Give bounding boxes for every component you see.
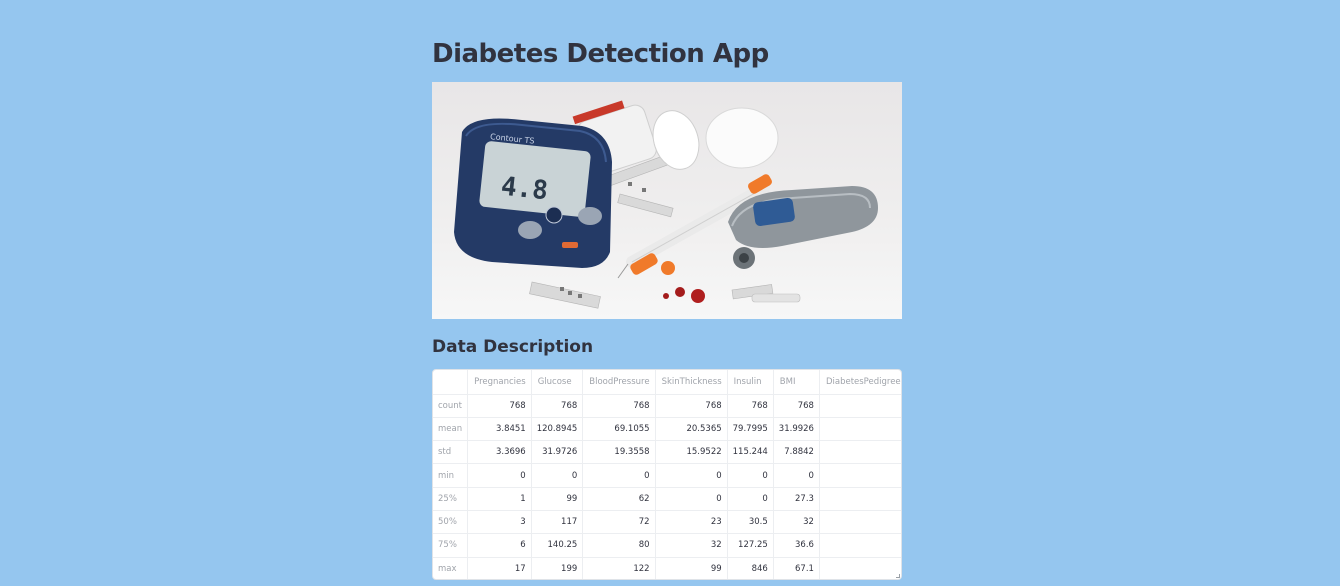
table-cell[interactable]: 0.3313	[819, 440, 901, 465]
table-cell[interactable]: 0.2438	[819, 487, 901, 511]
table-cell[interactable]: 0.078	[819, 463, 901, 488]
diabetes-hero-image: 4.8 Contour TS	[432, 82, 902, 319]
page-title: Diabetes Detection App	[432, 39, 769, 69]
lancing-device	[728, 186, 878, 269]
column-header[interactable]: DiabetesPedigreeFunction	[819, 370, 901, 395]
table-cell[interactable]: 115.244	[727, 440, 774, 465]
table-cell[interactable]: 67.1	[773, 557, 820, 579]
table-cell[interactable]: 72	[582, 510, 656, 535]
table-resize-handle[interactable]	[896, 574, 900, 578]
table-cell[interactable]: 32	[655, 533, 728, 558]
table-cell[interactable]: 117	[531, 510, 584, 535]
table-row: std 3.3696 31.9726 19.3558 15.9522 115.244 7.8…	[433, 440, 901, 465]
table-cell[interactable]: 27.3	[773, 487, 820, 511]
table-cell[interactable]: 31.9926	[773, 417, 820, 442]
table-row: 50%3117722330.5320.3725	[433, 510, 901, 535]
table-cell[interactable]: 768	[727, 394, 774, 418]
table-cell[interactable]: 3	[467, 510, 532, 535]
table-cell[interactable]: 17	[467, 557, 532, 579]
column-header[interactable]: BMI	[773, 370, 820, 395]
table-cell[interactable]: 62	[582, 487, 656, 511]
table-cell[interactable]: 20.5365	[655, 417, 728, 442]
data-description-table[interactable]: Pregnancies Glucose BloodPressure SkinThick…	[432, 369, 902, 580]
table-cell[interactable]: 199	[531, 557, 584, 579]
table-cell[interactable]: 0	[531, 463, 584, 488]
table-cell[interactable]: 1	[467, 487, 532, 511]
table-cell[interactable]: 30.5	[727, 510, 774, 535]
table-row: max171991229984667.12.42	[433, 557, 901, 579]
table-cell[interactable]: 3.3696	[467, 440, 532, 465]
table-cell[interactable]: 31.9726	[531, 440, 584, 465]
table-cell[interactable]: 7.8842	[773, 440, 820, 465]
table-cell[interactable]: 19.3558	[582, 440, 656, 465]
index-header	[433, 370, 469, 395]
table-cell[interactable]: 32	[773, 510, 820, 535]
table-cell[interactable]: 768	[582, 394, 656, 418]
row-label: max	[433, 557, 469, 579]
row-label: count	[433, 394, 469, 418]
table-cell[interactable]: 0	[467, 463, 532, 488]
table-cell[interactable]: 0	[727, 463, 774, 488]
table-row: 75%6140.258032127.2536.60.6263	[433, 533, 901, 558]
table-row: 25%199620027.30.2438	[433, 487, 901, 511]
table-cell[interactable]: 0	[582, 463, 656, 488]
column-header[interactable]: SkinThickness	[655, 370, 728, 395]
table-cell[interactable]: 120.8945	[531, 417, 584, 442]
row-label: 50%	[433, 510, 469, 535]
table-cell[interactable]: 15.9522	[655, 440, 728, 465]
column-header[interactable]: Insulin	[727, 370, 774, 395]
column-header[interactable]: Pregnancies	[467, 370, 532, 395]
table-cell[interactable]: 0.3725	[819, 510, 901, 535]
main-content: Diabetes Detection App 4.8 Contour TS Da…	[432, 36, 902, 580]
table-cell[interactable]: 122	[582, 557, 656, 579]
table-cell[interactable]: 127.25	[727, 533, 774, 558]
row-label: mean	[433, 417, 469, 442]
table-cell[interactable]: 23	[655, 510, 728, 535]
table-cell[interactable]: 79.7995	[727, 417, 774, 442]
row-label: 75%	[433, 533, 469, 558]
table-cell[interactable]: 768	[467, 394, 532, 418]
table-header-row: Pregnancies Glucose BloodPressure SkinThick…	[433, 370, 901, 395]
table-cell[interactable]: 0	[655, 487, 728, 511]
table-cell[interactable]: 768	[773, 394, 820, 418]
table-cell[interactable]: 36.6	[773, 533, 820, 558]
table-cell[interactable]: 99	[531, 487, 584, 511]
table-cell[interactable]: 768	[531, 394, 584, 418]
table-cell[interactable]: 0	[727, 487, 774, 511]
table-cell[interactable]: 768	[819, 394, 901, 418]
table-cell[interactable]: 846	[727, 557, 774, 579]
table-row: mean 3.8451 120.8945 69.1055 20.5365 79.7995 3…	[433, 417, 901, 442]
table-row: min0000000.078	[433, 463, 901, 488]
row-label: min	[433, 463, 469, 488]
table-cell[interactable]: 0.4719	[819, 417, 901, 442]
table-cell[interactable]: 2.42	[819, 557, 901, 579]
table-cell[interactable]: 6	[467, 533, 532, 558]
table-cell[interactable]: 80	[582, 533, 656, 558]
data-description-heading: Data Description	[432, 337, 594, 357]
table-cell[interactable]: 69.1055	[582, 417, 656, 442]
table-cell[interactable]: 140.25	[531, 533, 584, 558]
table-cell[interactable]: 3.8451	[467, 417, 532, 442]
table-cell[interactable]: 99	[655, 557, 728, 579]
table-cell[interactable]: 0	[773, 463, 820, 488]
table-cell[interactable]: 768	[655, 394, 728, 418]
table-cell[interactable]: 0.6263	[819, 533, 901, 558]
table-row: count768768768768768768768	[433, 394, 901, 418]
column-header[interactable]: BloodPressure	[582, 370, 656, 395]
svg-text:4.8: 4.8	[499, 172, 549, 207]
row-label: std	[433, 440, 469, 465]
column-header[interactable]: Glucose	[531, 370, 584, 395]
table-cell[interactable]: 0	[655, 463, 728, 488]
glucose-meter: 4.8 Contour TS	[454, 118, 612, 268]
row-label: 25%	[433, 487, 469, 511]
